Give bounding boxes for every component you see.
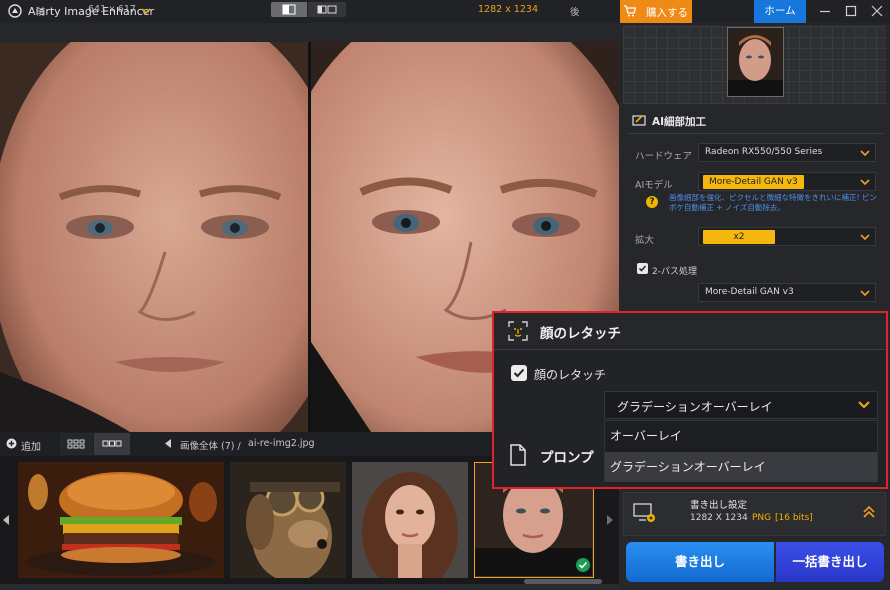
minimize-icon[interactable] <box>812 0 838 23</box>
before-size: 641 x 617 <box>88 4 136 15</box>
after-size: 1282 x 1234 <box>478 4 539 15</box>
close-icon[interactable] <box>864 0 890 23</box>
divider <box>627 133 885 134</box>
export-settings-icon <box>633 502 657 524</box>
document-icon <box>509 444 527 466</box>
app-logo-icon <box>8 4 22 18</box>
chevron-down-icon[interactable] <box>141 7 151 15</box>
strip-next-icon[interactable] <box>606 514 614 526</box>
ai-section-title: AI細部加工 <box>652 116 707 128</box>
buy-button[interactable]: 購入する <box>620 0 692 23</box>
chevron-down-icon <box>860 233 870 241</box>
before-label: 前 <box>36 7 46 18</box>
thumbnail-burger[interactable] <box>18 462 224 578</box>
strip-prev-icon[interactable] <box>2 514 10 526</box>
side-by-side-view-button[interactable] <box>308 2 346 17</box>
after-label: 後 <box>570 7 580 18</box>
add-button[interactable]: 追加 <box>21 438 41 453</box>
grid-view-button[interactable] <box>60 433 93 455</box>
chevron-down-icon <box>860 289 870 297</box>
export-dimensions: 1282 X 1234 <box>690 513 748 523</box>
before-image[interactable] <box>0 42 308 432</box>
chevron-down-icon <box>857 399 871 411</box>
two-pass-model-select[interactable]: More-Detail GAN v3 <box>698 283 876 302</box>
ai-model-label: AIモデル <box>635 180 673 191</box>
chevron-down-icon <box>860 149 870 157</box>
ai-model-select[interactable]: More-Detail GAN v3 <box>698 172 876 191</box>
two-pass-model-value: More-Detail GAN v3 <box>705 287 794 297</box>
ai-model-description: 画像細部を強化、ピクセルと微細な特徴をきれいに補正! ピンボケ自動補正 + ノイ… <box>669 193 877 212</box>
face-retouch-checkbox-label: 顔のレタッチ <box>534 368 607 382</box>
breadcrumb-file: ai-re-img2.jpg <box>248 438 315 449</box>
batch-export-button[interactable]: 一括書き出し <box>776 542 884 582</box>
scale-value: x2 <box>703 230 775 244</box>
strip-view-button[interactable] <box>94 433 130 455</box>
breadcrumb-all-label: 画像全体 (7) <box>180 441 235 452</box>
maximize-icon[interactable] <box>838 0 864 23</box>
ai-model-value: More-Detail GAN v3 <box>703 175 804 189</box>
export-settings-title: 書き出し設定 <box>690 500 748 511</box>
retouch-mode-value: グラデーションオーバーレイ <box>617 400 773 414</box>
thumbnail-steampunk-dog[interactable] <box>230 462 346 578</box>
buy-label: 購入する <box>646 7 688 19</box>
chevron-up-icon[interactable] <box>862 505 876 519</box>
face-retouch-title: 顔のレタッチ <box>540 326 621 342</box>
retouch-mode-options: オーバーレイ グラデーションオーバーレイ <box>604 420 878 482</box>
retouch-mode-select[interactable]: グラデーションオーバーレイ <box>604 391 878 419</box>
check-icon <box>576 558 590 572</box>
export-button[interactable]: 書き出し <box>626 542 774 582</box>
help-icon[interactable]: ? <box>646 196 658 208</box>
cart-icon <box>623 4 637 18</box>
two-pass-checkbox[interactable] <box>637 263 648 274</box>
face-scan-icon <box>507 320 529 342</box>
hardware-select[interactable]: Radeon RX550/550 Series <box>698 143 876 162</box>
face-retouch-checkbox[interactable] <box>511 365 527 381</box>
breadcrumb-separator: / <box>237 441 241 452</box>
prompt-label: プロンプ <box>540 450 594 466</box>
preview-thumbnail[interactable] <box>727 27 784 97</box>
chevron-down-icon <box>860 178 870 186</box>
split-view-button[interactable] <box>271 2 307 17</box>
option-overlay[interactable]: オーバーレイ <box>605 421 877 451</box>
compare-header <box>0 23 619 42</box>
breadcrumb-all-images[interactable]: 画像全体 (7) / <box>180 438 241 452</box>
hardware-label: ハードウェア <box>635 151 693 162</box>
two-pass-label: 2-パス処理 <box>652 267 697 277</box>
add-icon[interactable] <box>6 438 17 449</box>
hardware-value: Radeon RX550/550 Series <box>705 147 823 157</box>
export-format: PNG <box>752 513 772 523</box>
scale-select[interactable]: x2 <box>698 227 876 246</box>
bottom-bar <box>0 584 619 590</box>
back-icon[interactable] <box>163 438 173 449</box>
home-button[interactable]: ホーム <box>754 0 806 23</box>
export-bit-depth: [16 bits] <box>775 513 813 523</box>
option-gradient-overlay[interactable]: グラデーションオーバーレイ <box>605 452 877 482</box>
thumbnail-woman-portrait[interactable] <box>352 462 468 578</box>
scale-label: 拡大 <box>635 235 655 246</box>
ai-enhance-icon <box>632 113 647 126</box>
